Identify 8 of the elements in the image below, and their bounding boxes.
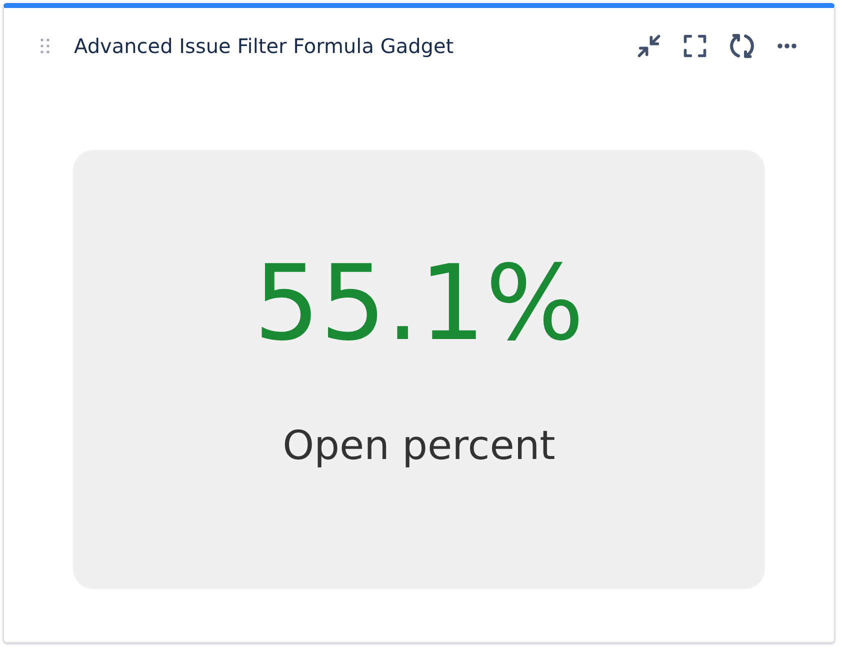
more-icon[interactable] xyxy=(776,42,798,50)
metric-value: 55.1% xyxy=(254,250,584,354)
gadget-title: Advanced Issue Filter Formula Gadget xyxy=(74,34,455,58)
metric-label: Open percent xyxy=(282,422,556,468)
refresh-icon[interactable] xyxy=(728,32,756,60)
fullscreen-icon[interactable] xyxy=(682,33,708,59)
minimize-icon[interactable] xyxy=(636,33,662,59)
drag-handle-icon[interactable] xyxy=(40,38,50,54)
